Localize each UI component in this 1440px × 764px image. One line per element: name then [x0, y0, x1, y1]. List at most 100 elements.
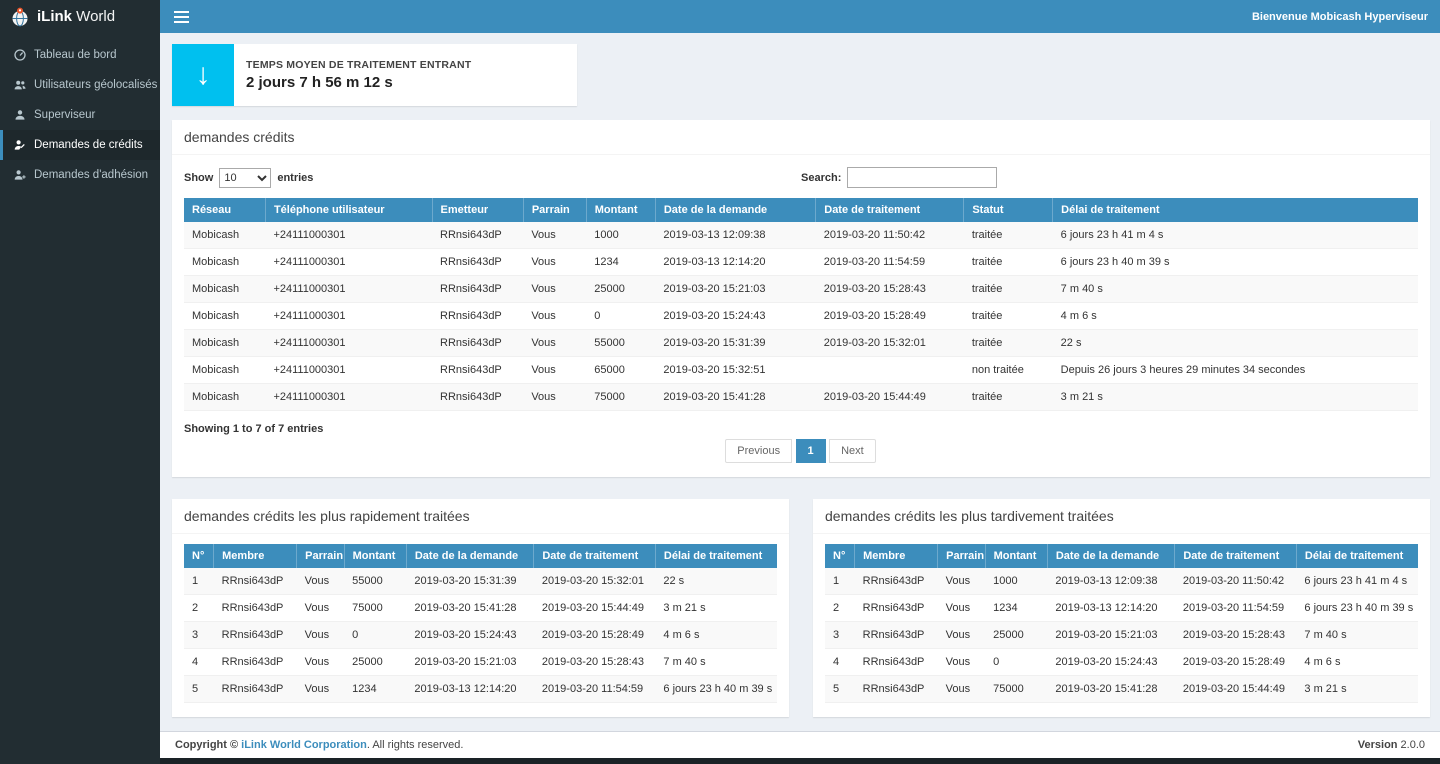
column-header[interactable]: Emetteur [432, 198, 523, 222]
table-row: Mobicash+24111000301RRnsi643dPVous650002… [184, 357, 1418, 384]
table-cell: 0 [985, 649, 1047, 676]
sidebar-item-label: Demandes d'adhésion [34, 169, 148, 181]
panel-title: demandes crédits les plus tardivement tr… [813, 499, 1430, 534]
column-header[interactable]: Montant [586, 198, 655, 222]
table-cell: 2019-03-20 15:44:49 [816, 384, 964, 411]
table-cell: 2019-03-20 11:50:42 [1175, 568, 1297, 595]
pagination-page-1-button[interactable]: 1 [796, 439, 826, 463]
table-cell: 2019-03-20 11:54:59 [534, 676, 656, 703]
table-header-row: N°MembreParrainMontantDate de la demande… [184, 544, 777, 568]
table-cell: RRnsi643dP [432, 384, 523, 411]
table-cell: traitée [964, 330, 1053, 357]
column-header[interactable]: Parrain [523, 198, 586, 222]
table-cell: +24111000301 [265, 384, 432, 411]
sidebar-item-label: Demandes de crédits [34, 139, 143, 151]
slowest-processed-table: N°MembreParrainMontantDate de la demande… [825, 544, 1418, 703]
table-cell: 6 jours 23 h 41 m 4 s [1296, 568, 1418, 595]
table-cell: 65000 [586, 357, 655, 384]
table-row: 5RRnsi643dPVous750002019-03-20 15:41:282… [825, 676, 1418, 703]
table-row: Mobicash+24111000301RRnsi643dPVous250002… [184, 276, 1418, 303]
table-cell: Vous [938, 676, 985, 703]
sidebar-item-demandes-de-credits[interactable]: Demandes de crédits [0, 130, 160, 160]
table-cell: 2019-03-20 15:28:43 [1175, 622, 1297, 649]
table-cell: Vous [938, 595, 985, 622]
table-cell: 2019-03-20 15:31:39 [406, 568, 533, 595]
panel-title: demandes crédits les plus rapidement tra… [172, 499, 789, 534]
column-header[interactable]: Téléphone utilisateur [265, 198, 432, 222]
table-row: 5RRnsi643dPVous12342019-03-13 12:14:2020… [184, 676, 777, 703]
column-header: Parrain [938, 544, 985, 568]
table-cell: Vous [523, 357, 586, 384]
pagination-next-button[interactable]: Next [829, 439, 876, 463]
column-header: Date de traitement [534, 544, 656, 568]
table-cell: Vous [523, 222, 586, 249]
sidebar-item-label: Tableau de bord [34, 49, 116, 61]
column-header[interactable]: Statut [964, 198, 1053, 222]
table-cell: RRnsi643dP [214, 622, 297, 649]
globe-pin-logo-icon [10, 7, 30, 27]
table-cell: 2019-03-20 15:28:49 [534, 622, 656, 649]
column-header[interactable]: Date de traitement [816, 198, 964, 222]
table-cell: Mobicash [184, 303, 265, 330]
company-link[interactable]: iLink World Corporation [241, 739, 367, 751]
table-cell: 2019-03-20 15:21:03 [655, 276, 815, 303]
sidebar-item-utilisateurs-geolocalises[interactable]: Utilisateurs géolocalisés [0, 70, 160, 100]
table-header-row: N°MembreParrainMontantDate de la demande… [825, 544, 1418, 568]
brand-name: iLink World [37, 8, 115, 25]
search-input[interactable] [847, 167, 997, 188]
table-cell: 3 [825, 622, 855, 649]
table-cell: traitée [964, 249, 1053, 276]
page-length-select[interactable]: 10 [219, 168, 271, 188]
table-cell: 4 [825, 649, 855, 676]
column-header: Délai de traitement [1296, 544, 1418, 568]
table-cell: RRnsi643dP [214, 568, 297, 595]
table-cell: +24111000301 [265, 249, 432, 276]
table-cell: Vous [297, 595, 344, 622]
table-cell: 3 m 21 s [1296, 676, 1418, 703]
table-cell: 5 [184, 676, 214, 703]
table-cell: 2019-03-13 12:14:20 [406, 676, 533, 703]
table-cell: 1000 [586, 222, 655, 249]
column-header: N° [184, 544, 214, 568]
table-row: 2RRnsi643dPVous750002019-03-20 15:41:282… [184, 595, 777, 622]
table-cell: 2019-03-13 12:14:20 [655, 249, 815, 276]
sidebar-item-tableau-de-bord[interactable]: Tableau de bord [0, 40, 160, 70]
table-cell: 1234 [985, 595, 1047, 622]
datatable-controls: Show 10 entries Search: [184, 167, 1418, 188]
fastest-processed-panel: demandes crédits les plus rapidement tra… [172, 499, 789, 717]
table-cell: 2 [184, 595, 214, 622]
table-row: Mobicash+24111000301RRnsi643dPVous100020… [184, 222, 1418, 249]
table-cell: 2019-03-20 15:21:03 [406, 649, 533, 676]
table-row: 4RRnsi643dPVous250002019-03-20 15:21:032… [184, 649, 777, 676]
sidebar-toggle-button[interactable] [160, 0, 202, 33]
table-cell: 2019-03-20 15:31:39 [655, 330, 815, 357]
table-row: Mobicash+24111000301RRnsi643dPVous750002… [184, 384, 1418, 411]
table-cell: 2019-03-20 15:28:49 [816, 303, 964, 330]
table-row: Mobicash+24111000301RRnsi643dPVous123420… [184, 249, 1418, 276]
table-cell: Depuis 26 jours 3 heures 29 minutes 34 s… [1053, 357, 1418, 384]
column-header[interactable]: Réseau [184, 198, 265, 222]
table-cell: 7 m 40 s [1053, 276, 1418, 303]
sidebar-item-superviseur[interactable]: Superviseur [0, 100, 160, 130]
table-cell: 6 jours 23 h 40 m 39 s [1053, 249, 1418, 276]
table-cell: 25000 [586, 276, 655, 303]
brand-logo[interactable]: iLink World [0, 0, 160, 33]
table-cell: traitée [964, 303, 1053, 330]
table-cell: 2019-03-20 11:54:59 [816, 249, 964, 276]
table-cell: traitée [964, 276, 1053, 303]
column-header[interactable]: Date de la demande [655, 198, 815, 222]
pagination-previous-button[interactable]: Previous [725, 439, 792, 463]
table-cell: Vous [297, 568, 344, 595]
table-cell: 22 s [655, 568, 777, 595]
column-header: Montant [985, 544, 1047, 568]
column-header: Date de traitement [1175, 544, 1297, 568]
column-header: Parrain [297, 544, 344, 568]
table-cell: traitée [964, 222, 1053, 249]
table-cell: 6 jours 23 h 40 m 39 s [655, 676, 777, 703]
table-cell: RRnsi643dP [855, 568, 938, 595]
table-cell: RRnsi643dP [432, 249, 523, 276]
slowest-processed-panel: demandes crédits les plus tardivement tr… [813, 499, 1430, 717]
column-header[interactable]: Délai de traitement [1053, 198, 1418, 222]
table-row: 4RRnsi643dPVous02019-03-20 15:24:432019-… [825, 649, 1418, 676]
sidebar-item-demandes-adhesion[interactable]: Demandes d'adhésion [0, 160, 160, 190]
